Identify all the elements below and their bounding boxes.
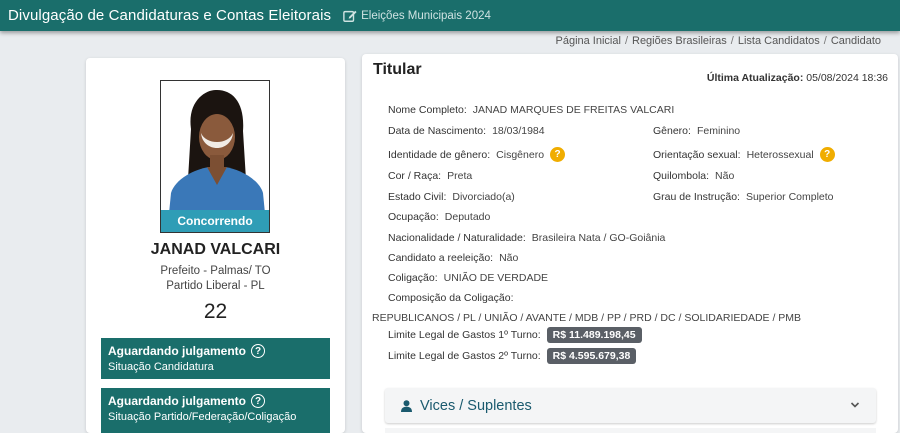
field-value: Não: [715, 170, 735, 182]
site-title[interactable]: Divulgação de Candidaturas e Contas Elei…: [8, 7, 331, 24]
accordion-next-panel: [385, 428, 876, 433]
field-gender-identity: Identidade de gênero: Cisgênero?: [388, 147, 566, 162]
field-education: Grau de Instrução: Superior Completo: [653, 191, 834, 203]
last-update-value: 05/08/2024 18:36: [806, 72, 888, 84]
field-label: Nome Completo:: [388, 104, 467, 116]
breadcrumb-regions[interactable]: Regiões Brasileiras: [632, 35, 727, 47]
field-value: Brasileira Nata / GO-Goiânia: [531, 232, 666, 244]
field-label: Composição da Coligação:: [388, 292, 514, 304]
field-value: Divorciado(a): [452, 191, 515, 203]
candidacy-situation-box: Aguardando julgamento? Situação Candidat…: [101, 338, 330, 379]
candidate-number: 22: [203, 300, 228, 323]
money-badge: R$ 11.489.198,45: [546, 327, 642, 343]
question-circle-icon[interactable]: ?: [819, 147, 835, 162]
field-race: Cor / Raça: Preta: [388, 170, 472, 182]
field-sexual-orientation: Orientação sexual: Heterossexual?: [653, 147, 835, 162]
field-label: Nacionalidade / Naturalidade:: [388, 232, 526, 244]
chevron-down-icon[interactable]: [850, 400, 860, 410]
breadcrumb-candidate: Candidato: [830, 35, 881, 47]
field-label: Limite Legal de Gastos 1º Turno:: [388, 329, 541, 341]
field-nationality: Nacionalidade / Naturalidade: Brasileira …: [388, 232, 665, 244]
vices-accordion-header[interactable]: Vices / Suplentes: [385, 388, 876, 423]
party-situation-title: Aguardando julgamento: [108, 394, 246, 408]
field-value: Heterossexual: [746, 148, 814, 161]
field-label: Grau de Instrução:: [653, 191, 740, 203]
field-value: Preta: [447, 170, 473, 182]
field-label: Orientação sexual:: [653, 148, 741, 161]
coalition-parties: REPUBLICANOS / PL / UNIÃO / AVANTE / MDB…: [372, 312, 802, 324]
money-badge: R$ 4.595.679,38: [546, 348, 637, 364]
field-value: 18/03/1984: [492, 125, 545, 137]
last-update-label: Última Atualização:: [706, 72, 804, 84]
field-label: Ocupação:: [388, 211, 439, 223]
top-navbar: Divulgação de Candidaturas e Contas Elei…: [0, 0, 900, 31]
field-label: Cor / Raça:: [388, 170, 442, 182]
field-coalition: Coligação: UNIÃO DE VERDADE: [388, 272, 548, 284]
edit-icon: [343, 10, 357, 22]
breadcrumb: Página Inicial / Regiões Brasileiras / Lista…: [555, 35, 882, 47]
field-value: JANAD MARQUES DE FREITAS VALCARI: [472, 104, 675, 116]
candidate-photo: Concorrendo: [160, 80, 270, 233]
field-label: Quilombola:: [653, 170, 710, 182]
candidacy-status-badge: Concorrendo: [161, 210, 269, 232]
field-value: Feminino: [696, 125, 741, 137]
field-coalition-composition: Composição da Coligação:: [388, 292, 520, 304]
field-value: UNIÃO DE VERDADE: [443, 272, 549, 284]
field-birth-date: Data de Nascimento: 18/03/1984: [388, 125, 545, 137]
field-value: Superior Completo: [745, 191, 834, 203]
breadcrumb-candidate-list[interactable]: Lista Candidatos: [738, 35, 820, 47]
field-value: Cisgênero: [496, 148, 545, 161]
field-label: Coligação:: [388, 272, 438, 284]
last-update: Última Atualização: 05/08/2024 18:36: [707, 72, 888, 84]
field-quilombola: Quilombola: Não: [653, 170, 734, 182]
vices-accordion-label: Vices / Suplentes: [420, 397, 532, 414]
field-label: Limite Legal de Gastos 2º Turno:: [388, 350, 541, 362]
question-circle-icon[interactable]: ?: [251, 344, 265, 358]
field-label: Gênero:: [653, 125, 691, 137]
field-label: Estado Civil:: [388, 191, 447, 203]
candidacy-situation-label: Situação Candidatura: [108, 361, 214, 373]
candidate-card: Concorrendo JANAD VALCARI Prefeito - Pal…: [86, 58, 345, 433]
candidate-office: Prefeito - Palmas/ TO: [160, 265, 271, 277]
candidacy-situation-title: Aguardando julgamento: [108, 344, 246, 358]
party-situation-label: Situação Partido/Federação/Coligação: [108, 411, 297, 423]
party-situation-box: Aguardando julgamento? Situação Partido/…: [101, 388, 330, 433]
field-spend-limit-2: Limite Legal de Gastos 2º Turno: R$ 4.595…: [388, 348, 637, 364]
section-title: Titular: [373, 61, 422, 78]
field-gender: Gênero: Feminino: [653, 125, 740, 137]
field-occupation: Ocupação: Deputado: [388, 211, 490, 223]
user-icon: [401, 399, 412, 412]
field-spend-limit-1: Limite Legal de Gastos 1º Turno: R$ 11.48…: [388, 327, 642, 343]
question-circle-icon[interactable]: ?: [251, 394, 265, 408]
field-reelection: Candidato a reeleição: Não: [388, 252, 518, 264]
breadcrumb-home[interactable]: Página Inicial: [556, 35, 621, 47]
field-value: Não: [499, 252, 519, 264]
field-label: Candidato a reeleição:: [388, 252, 494, 264]
field-value: Deputado: [444, 211, 491, 223]
field-label: Identidade de gênero:: [388, 148, 491, 161]
candidate-details-card: Titular Última Atualização: 05/08/2024 1…: [362, 54, 898, 433]
candidate-party: Partido Liberal - PL: [166, 280, 265, 292]
field-label: Data de Nascimento:: [388, 125, 487, 137]
question-circle-icon[interactable]: ?: [550, 147, 566, 162]
field-civil-status: Estado Civil: Divorciado(a): [388, 191, 515, 203]
candidate-name: JANAD VALCARI: [150, 241, 281, 258]
election-label[interactable]: Eleições Municipais 2024: [361, 10, 491, 22]
field-full-name: Nome Completo: JANAD MARQUES DE FREITAS V…: [388, 104, 674, 116]
